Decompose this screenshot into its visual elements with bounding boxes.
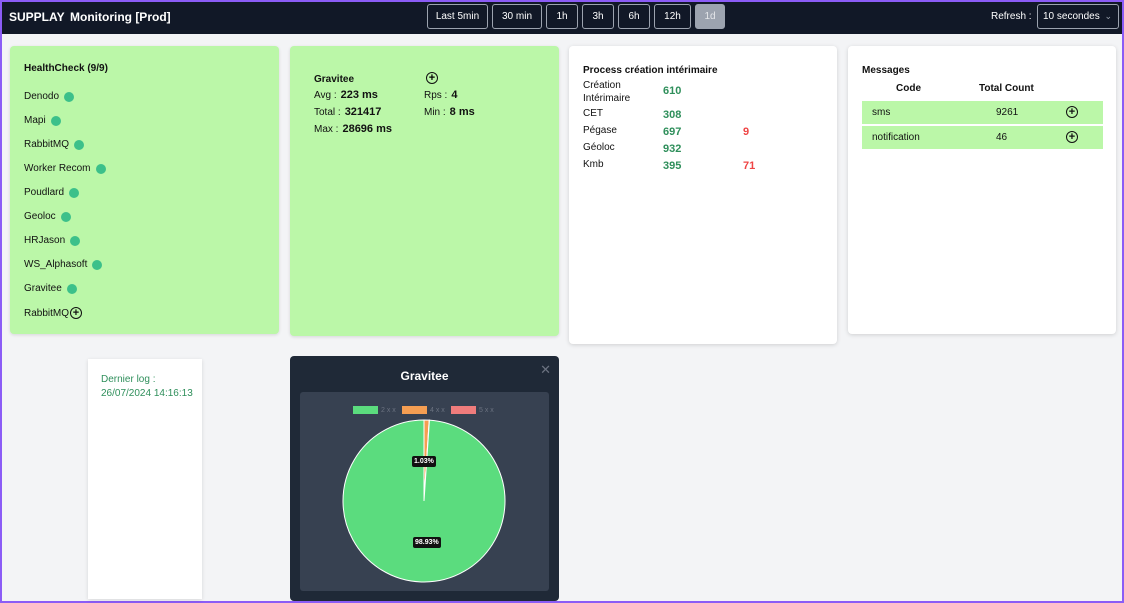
pie-slice[interactable] (342, 419, 506, 583)
healthcheck-item-label: Gravitee (24, 283, 62, 294)
refresh-value: 10 secondes (1043, 11, 1100, 22)
refresh-select[interactable]: 10 secondes ⌄ (1037, 4, 1119, 29)
healthcheck-item: Gravitee (24, 283, 77, 294)
range-button-30min[interactable]: 30 min (492, 4, 542, 29)
process-row-value: 697 (663, 126, 682, 138)
last-log-label: Dernier log : (101, 374, 156, 385)
page-title: Monitoring [Prod] (70, 10, 171, 24)
process-title: Process création intérimaire (583, 65, 718, 76)
range-button-12h[interactable]: 12h (654, 4, 691, 29)
healthcheck-item: Geoloc (24, 211, 71, 222)
pie-chart-area: 2 x x4 x x5 x x 1.03% 98.93% (300, 392, 549, 591)
process-row-label: Kmb (583, 159, 604, 170)
expand-plus-icon[interactable]: + (426, 72, 438, 84)
healthcheck-item: HRJason (24, 235, 81, 246)
messages-title: Messages (862, 65, 910, 76)
healthcheck-item-label: Worker Recom (24, 163, 91, 174)
process-row-value: 932 (663, 143, 682, 155)
expand-plus-icon[interactable]: + (1066, 106, 1078, 118)
range-button-last-5min[interactable]: Last 5min (427, 4, 488, 29)
refresh-label: Refresh : (991, 11, 1032, 22)
status-dot-icon (69, 187, 80, 198)
healthcheck-item: RabbitMQ (24, 139, 85, 150)
status-dot-icon (50, 115, 61, 126)
range-button-1h[interactable]: 1h (546, 4, 578, 29)
expand-plus-icon[interactable]: + (1066, 131, 1078, 143)
messages-card: Messages Code Total Count sms 9261 + notifi… (848, 46, 1116, 334)
status-dot-icon (74, 139, 85, 150)
pie-panel-title: Gravitee (400, 369, 449, 383)
process-row-label: Création Intérimaire (583, 80, 631, 104)
healthcheck-item: Worker Recom (24, 163, 106, 174)
process-row-label: Géoloc (583, 142, 615, 153)
healthcheck-item: Mapi (24, 115, 61, 126)
healthcheck-item: Poudlard (24, 187, 80, 198)
process-row-value: 308 (663, 109, 682, 121)
rps-stat: Rps :4 (424, 89, 458, 101)
table-row: sms 9261 + (862, 101, 1103, 124)
healthcheck-item-label: Poudlard (24, 187, 65, 198)
healthcheck-item: Denodo (24, 91, 75, 102)
range-button-1d[interactable]: 1d (695, 4, 725, 29)
healthcheck-item-label: Geoloc (24, 211, 56, 222)
healthcheck-item[interactable]: RabbitMQ + (24, 307, 83, 319)
column-header-code: Code (896, 83, 921, 94)
process-row-label: CET (583, 108, 603, 119)
gravitee-title: Gravitee (314, 74, 355, 85)
max-stat: Max :28696 ms (314, 123, 392, 135)
top-bar: SUPPLAY Monitoring [Prod] Last 5min 30 m… (2, 2, 1122, 34)
gravitee-pie-panel: Gravitee ✕ 2 x x4 x x5 x x 1.03% 98.93% (290, 356, 559, 601)
healthcheck-item-label: Mapi (24, 115, 46, 126)
range-button-6h[interactable]: 6h (618, 4, 650, 29)
healthcheck-item-label: RabbitMQ (24, 307, 70, 319)
last-log-card: Dernier log : 26/07/2024 14:16:13 (88, 359, 202, 599)
process-row-label: Pégase (583, 125, 617, 136)
avg-stat: Avg :223 ms (314, 89, 378, 101)
pie-data-label: 1.03% (412, 456, 436, 467)
status-dot-icon (95, 163, 106, 174)
status-dot-icon (60, 211, 71, 222)
column-header-total-count: Total Count (979, 83, 1034, 94)
healthcheck-item-label: Denodo (24, 91, 60, 102)
min-stat: Min :8 ms (424, 106, 475, 118)
last-log-timestamp: 26/07/2024 14:16:13 (101, 388, 193, 399)
healthcheck-item: WS_Alphasoft (24, 259, 103, 270)
gravitee-stats-card: Gravitee + Avg :223 ms Total :321417 Max… (290, 46, 559, 336)
healthcheck-card: HealthCheck (9/9) Denodo Mapi RabbitMQ Work… (10, 46, 279, 334)
healthcheck-item-label: HRJason (24, 235, 66, 246)
status-dot-icon (92, 259, 103, 270)
table-row: notification 46 + (862, 126, 1103, 149)
message-code: sms (872, 107, 891, 118)
process-card: Process création intérimaire Création In… (569, 46, 837, 344)
process-row-value: 395 (663, 160, 682, 172)
close-icon[interactable]: ✕ (540, 362, 551, 378)
message-code: notification (872, 132, 920, 143)
pie-chart (342, 419, 506, 583)
expand-plus-icon[interactable]: + (70, 307, 83, 319)
process-row-value: 610 (663, 85, 682, 97)
pie-data-label: 98.93% (413, 537, 441, 548)
process-row-errors: 71 (743, 160, 756, 172)
message-count: 46 (996, 132, 1008, 143)
healthcheck-title: HealthCheck (9/9) (24, 63, 108, 74)
brand-logo: SUPPLAY (9, 10, 65, 24)
status-dot-icon (70, 235, 81, 246)
range-button-3h[interactable]: 3h (582, 4, 614, 29)
message-count: 9261 (996, 107, 1019, 118)
total-stat: Total :321417 (314, 106, 382, 118)
healthcheck-item-label: WS_Alphasoft (24, 259, 88, 270)
healthcheck-item-label: RabbitMQ (24, 139, 70, 150)
chevron-down-icon: ⌄ (1104, 11, 1112, 21)
status-dot-icon (64, 91, 75, 102)
last-log-text: Dernier log : 26/07/2024 14:16:13 (101, 373, 193, 401)
status-dot-icon (66, 283, 77, 294)
process-row-errors: 9 (743, 126, 750, 138)
